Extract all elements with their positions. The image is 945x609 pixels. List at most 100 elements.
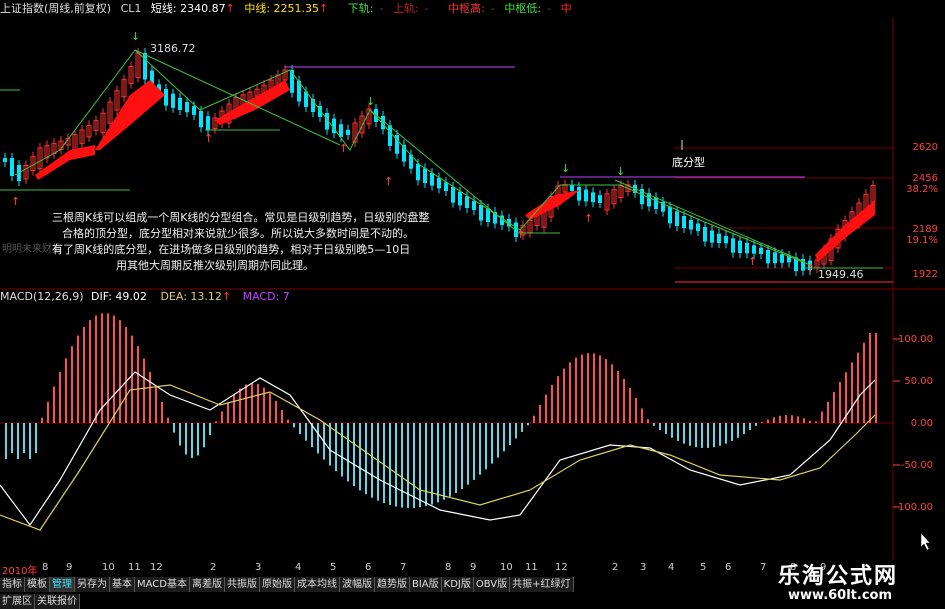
price-axis-191: 19.1% (906, 235, 938, 246)
date-tick: 6 (365, 562, 372, 573)
tab-13[interactable]: KDJ版 (441, 577, 474, 592)
candle-body (416, 163, 420, 181)
date-tick: 12 (555, 562, 568, 573)
mid-line-value: 中线: 2251.35 (244, 2, 320, 15)
note-text: 三根周K线可以组成一个周K线的分型组合。常见是日级别趋势，日级别的盘整 合格的顶… (52, 210, 492, 274)
formula-tabs: 指标 模板 管理 另存为 基本 MACD基本 离差版 共振版 原始版 成本均线 波幅版 趋势版 BIA版… (0, 577, 574, 593)
tab-6[interactable]: 离差版 (189, 577, 225, 592)
candle-body (570, 184, 574, 191)
candle-body (738, 240, 742, 253)
candle-body (710, 230, 714, 243)
macd-axis-m50: -50.00 (900, 460, 933, 471)
candle-body (577, 187, 581, 201)
candle-body (773, 252, 777, 264)
macd-axis-50: 50.00 (904, 376, 933, 387)
mid2-label: 中 (560, 2, 572, 15)
bottom-fractal-arrow: ↑ (748, 255, 757, 268)
candle-body (731, 238, 735, 253)
candle-body (668, 206, 672, 224)
candle-body (171, 93, 175, 108)
trend-band-3 (815, 200, 875, 262)
macd-value: MACD: 7 (242, 290, 290, 303)
tab-14[interactable]: OBV版 (473, 577, 511, 592)
candle-body (780, 254, 784, 263)
date-tick: 9 (470, 562, 477, 573)
macd-title: MACD(12,26,9) (0, 290, 84, 303)
low-price-label: 1949.46 (818, 268, 864, 281)
tab-0[interactable]: 指标 (0, 577, 25, 592)
candle-body (437, 177, 441, 189)
price-axis-2620: 2620 (912, 142, 938, 153)
candle-body (654, 197, 658, 209)
brand-name: 乐淘公式网 (778, 563, 899, 589)
tab-5[interactable]: MACD基本 (135, 577, 190, 592)
tab-2[interactable]: 管理 (50, 577, 75, 592)
tab-15[interactable]: 共振+红绿灯 (510, 577, 574, 592)
candle-body (451, 187, 455, 203)
candle-body (423, 168, 427, 183)
resistance-line-3 (614, 179, 806, 263)
bottom-fractal-arrow: ↑ (339, 142, 348, 155)
tab-8[interactable]: 原始版 (259, 577, 295, 592)
brand-logo: 乐淘公式网 www.60lt.com (760, 558, 945, 609)
tab-12[interactable]: BIA版 (409, 577, 442, 592)
chart-header: 上证指数(周线,前复权) CL1 短线: 2340.87↑ 中线: 2251.3… (0, 2, 572, 15)
candle-body (759, 247, 763, 254)
up-rail-label: 上轨: (392, 2, 419, 15)
trend-band-4 (35, 145, 95, 180)
date-tick: 11 (128, 562, 141, 573)
candle-body (143, 53, 147, 80)
macd-axis-m100: -100.00 (894, 502, 933, 513)
tab-1[interactable]: 模板 (25, 577, 50, 592)
down-rail-label: 下轨: (347, 2, 374, 15)
tab-10[interactable]: 波幅版 (339, 577, 375, 592)
candle-body (430, 173, 434, 186)
candle-body (458, 191, 462, 206)
tab2-0[interactable]: 扩展区 (0, 594, 35, 609)
date-tick: 11 (525, 562, 538, 573)
candle-body (199, 111, 203, 128)
tab-4[interactable]: 基本 (110, 577, 135, 592)
note-line-2: 合格的顶分型，底分型相对来说就少很多。所以说大多数时间是不动的。 (62, 227, 414, 240)
bottom-fractal-arrow: ↑ (384, 175, 393, 188)
note-line-1: 三根周K线可以组成一个周K线的分型组合。常见是日级别趋势，日级别的盘整 (52, 211, 430, 224)
macd-axis-100: 100.00 (898, 334, 933, 345)
price-axis-2456: 2456 (912, 173, 938, 184)
candle-body (185, 102, 189, 113)
date-tick: 5 (330, 562, 337, 573)
candle-body (465, 196, 469, 208)
date-tick: 7 (400, 562, 407, 573)
price-axis-2189: 2189 (912, 224, 938, 235)
date-tick: 4 (668, 562, 675, 573)
price-axis-382: 38.2% (906, 184, 938, 195)
candle-body (752, 245, 756, 254)
top-fractal-arrow: ↓ (131, 30, 140, 43)
macd-dif: DIF: 49.02 (91, 290, 147, 303)
note-line-3: 有了周K线的底分型，在进场做多日级别的趋势，相对于日级别晚5—10日 (52, 243, 411, 256)
candle-body (598, 195, 602, 203)
top-fractal-arrow: ↓ (366, 95, 375, 108)
top-fractal-arrow: ↓ (561, 162, 570, 175)
top-fractal-arrow: ↓ (616, 165, 625, 178)
mid-high-label: 中枢高: (448, 2, 485, 15)
indicator-name: CL1 (120, 2, 142, 15)
candle-body (696, 223, 700, 231)
short-line-value: 短线: 2340.87 (150, 2, 226, 15)
mouse-cursor-icon (920, 532, 931, 551)
price-chart[interactable]: ↓ ↓ ↓ ↓ ↑ ↑ ↑ ↑ ↑ ↑ ↑ ↑ (0, 0, 945, 560)
candle-body (472, 201, 476, 210)
tab-9[interactable]: 成本均线 (294, 577, 340, 592)
date-tick: 9 (66, 562, 73, 573)
note-line-4: 用其他大周期反推次级别周期亦同此理。 (116, 259, 314, 272)
bottom-fractal-arrow: ↑ (204, 132, 213, 145)
tab-11[interactable]: 趋势版 (374, 577, 410, 592)
tab2-1[interactable]: 关联报价 (35, 594, 80, 609)
brand-url: www.60lt.com (788, 588, 893, 603)
date-tick: 5 (700, 562, 707, 573)
tab-7[interactable]: 共振版 (224, 577, 260, 592)
candle-body (724, 236, 728, 244)
tab-3[interactable]: 另存为 (75, 577, 110, 592)
macd-header: MACD(12,26,9) DIF: 49.02 DEA: 13.12↑ MAC… (0, 290, 290, 303)
bottom-fractal-arrow: ↑ (11, 195, 20, 208)
date-tick: 10 (500, 562, 513, 573)
